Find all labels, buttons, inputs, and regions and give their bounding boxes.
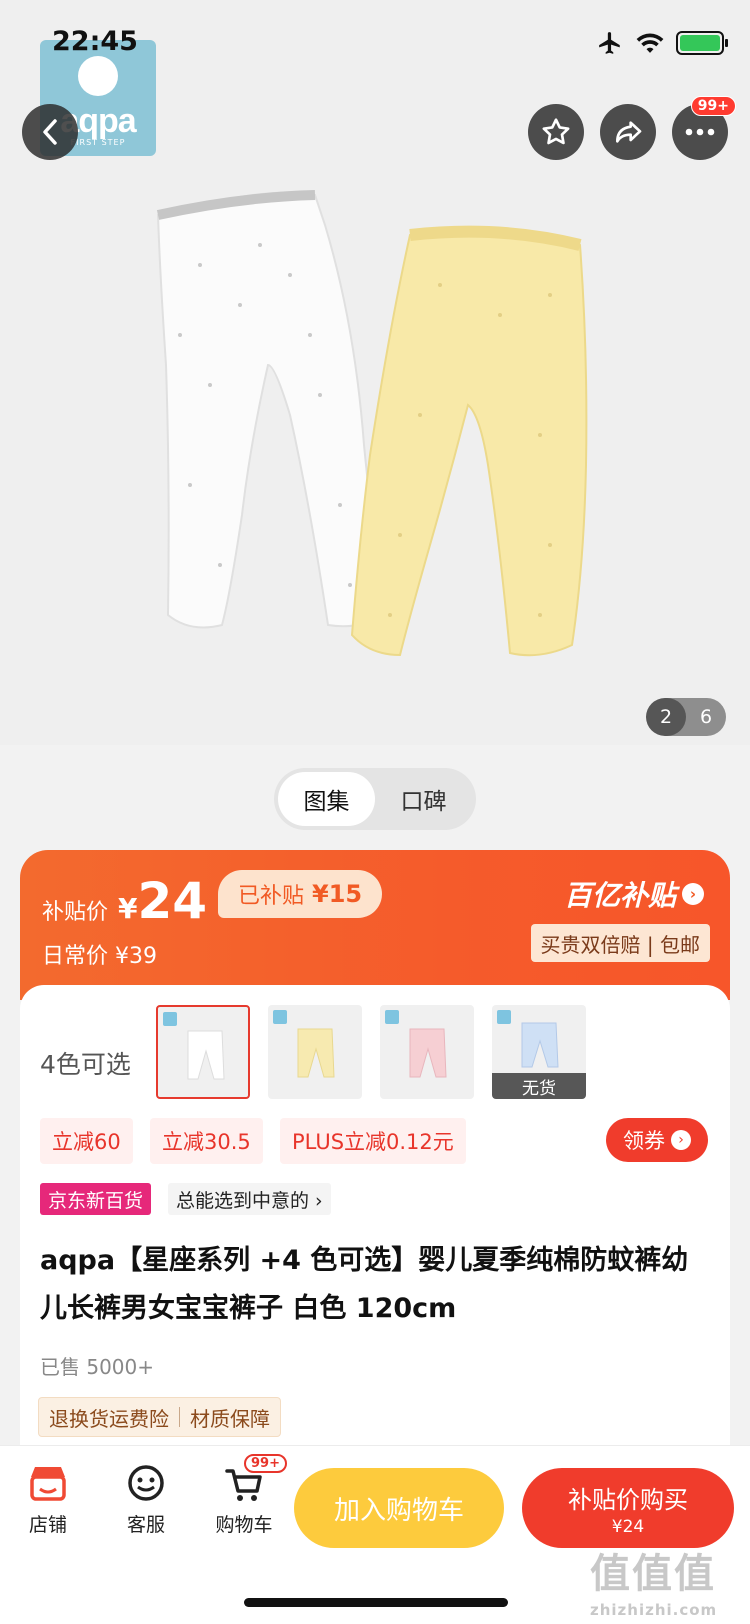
buy-now-label: 补贴价购买: [568, 1485, 688, 1514]
claim-coupon-label: 领券: [623, 1129, 665, 1153]
status-time: 22:45: [52, 26, 138, 57]
buy-now-button[interactable]: 补贴价购买 ¥24: [522, 1468, 734, 1548]
service-tag: 退换货运费险: [49, 1406, 169, 1431]
claim-coupon-button[interactable]: 领券 ›: [606, 1118, 708, 1162]
gallery-page-indicator: 2 6: [646, 698, 726, 736]
view-switch: 图集 口碑: [274, 768, 476, 830]
service-tags[interactable]: 退换货运费险 材质保障: [38, 1397, 281, 1437]
price-currency: ¥: [118, 892, 138, 925]
coupon-tag: PLUS立减0.12元: [280, 1118, 466, 1164]
cart-badge: 99+: [244, 1454, 287, 1473]
watermark-url: zhizhizhi.com: [590, 1601, 718, 1619]
watermark-text: 值值值: [590, 1551, 716, 1597]
subsidy-program-name: 百亿补贴: [563, 879, 676, 912]
customer-service-label: 客服: [126, 1514, 165, 1536]
store-slogan-link[interactable]: 总能选到中意的 ›: [168, 1183, 331, 1215]
wifi-icon: [636, 33, 664, 53]
home-indicator: [244, 1598, 508, 1607]
coupon-tag: 立减30.5: [150, 1118, 263, 1164]
subsidy-price: ¥24: [118, 872, 207, 930]
star-icon: [542, 118, 570, 145]
watermark: 值值值 zhizhizhi.com: [590, 1541, 717, 1619]
swatch-tag-icon: [163, 1012, 177, 1026]
add-to-cart-button[interactable]: 加入购物车: [294, 1468, 504, 1548]
divider: [179, 1407, 180, 1427]
swatch-tag-icon: [497, 1010, 511, 1024]
status-bar: 22:45: [0, 0, 750, 90]
airplane-icon: [599, 32, 620, 54]
store-nav-button[interactable]: 店铺: [8, 1460, 88, 1537]
service-tag: 材质保障: [190, 1406, 270, 1431]
color-swatch-blue[interactable]: 无货: [492, 1005, 586, 1099]
yellow-pants-image: [350, 225, 588, 657]
swatch-tag-icon: [385, 1010, 399, 1024]
subsidized-amount: ¥15: [312, 880, 363, 908]
current-page: 2: [646, 698, 686, 736]
share-arrow-icon: [616, 121, 642, 143]
more-button[interactable]: 99+: [672, 96, 736, 160]
back-button[interactable]: [22, 104, 78, 160]
buy-now-price: ¥24: [611, 1516, 645, 1537]
price-value: 24: [137, 872, 208, 930]
guarantee-tag: 买贵双倍赔 | 包邮: [530, 924, 710, 962]
product-info-card: 4色可选 无货 立减60 立减30.5 PLUS立减0.12元 领券 › 京东新…: [20, 985, 730, 1445]
share-button[interactable]: [600, 104, 656, 160]
customer-service-button[interactable]: 客服: [106, 1460, 186, 1537]
tab-gallery[interactable]: 图集: [278, 772, 375, 826]
color-swatch-yellow[interactable]: [268, 1005, 362, 1099]
color-swatch-pink[interactable]: [380, 1005, 474, 1099]
daily-price: 日常价 ¥39: [42, 944, 157, 969]
bottom-action-bar: 店铺 客服 99+ 购物车 加入购物车 补贴价购买 ¥24 值值值 zhizhi…: [0, 1445, 750, 1624]
subsidy-price-label: 补贴价: [42, 900, 109, 925]
coupon-tag: 立减60: [40, 1118, 133, 1164]
cart-nav-button[interactable]: 99+ 购物车: [204, 1454, 287, 1537]
tab-reviews[interactable]: 口碑: [375, 772, 472, 826]
chevron-right-icon: ›: [671, 1130, 691, 1150]
favorite-button[interactable]: [528, 104, 584, 160]
product-title: aqpa【星座系列 +4 色可选】婴儿夏季纯棉防蚊裤幼儿长裤男女宝宝裤子 白色 …: [40, 1245, 689, 1324]
more-badge: 99+: [690, 96, 736, 116]
subsidized-text: 已补贴: [238, 884, 305, 909]
store-badge: 京东新百货: [40, 1183, 152, 1215]
color-options-label: 4色可选: [40, 1050, 131, 1079]
color-swatch-white[interactable]: [156, 1005, 250, 1099]
price-banner: 补贴价 ¥24 已补贴 ¥15 日常价 ¥39 百亿补贴 › 买贵双倍赔 | 包…: [20, 850, 730, 1000]
store-nav-label: 店铺: [28, 1514, 67, 1536]
battery-icon: [676, 31, 728, 55]
swatch-tag-icon: [273, 1010, 287, 1024]
cart-nav-label: 购物车: [215, 1514, 273, 1536]
store-icon: [30, 1467, 66, 1501]
sold-out-label: 无货: [492, 1073, 586, 1099]
chevron-left-icon: [43, 119, 57, 145]
smiley-chat-icon: [128, 1465, 164, 1501]
status-icons: [596, 30, 728, 56]
sold-count: 已售 5000+: [40, 1355, 155, 1379]
subsidized-badge: 已补贴 ¥15: [218, 870, 383, 918]
subsidy-program-link[interactable]: 百亿补贴 ›: [564, 874, 704, 914]
total-pages: 6: [699, 706, 713, 728]
more-dots-icon: [685, 128, 715, 136]
chevron-right-icon: ›: [682, 883, 704, 905]
